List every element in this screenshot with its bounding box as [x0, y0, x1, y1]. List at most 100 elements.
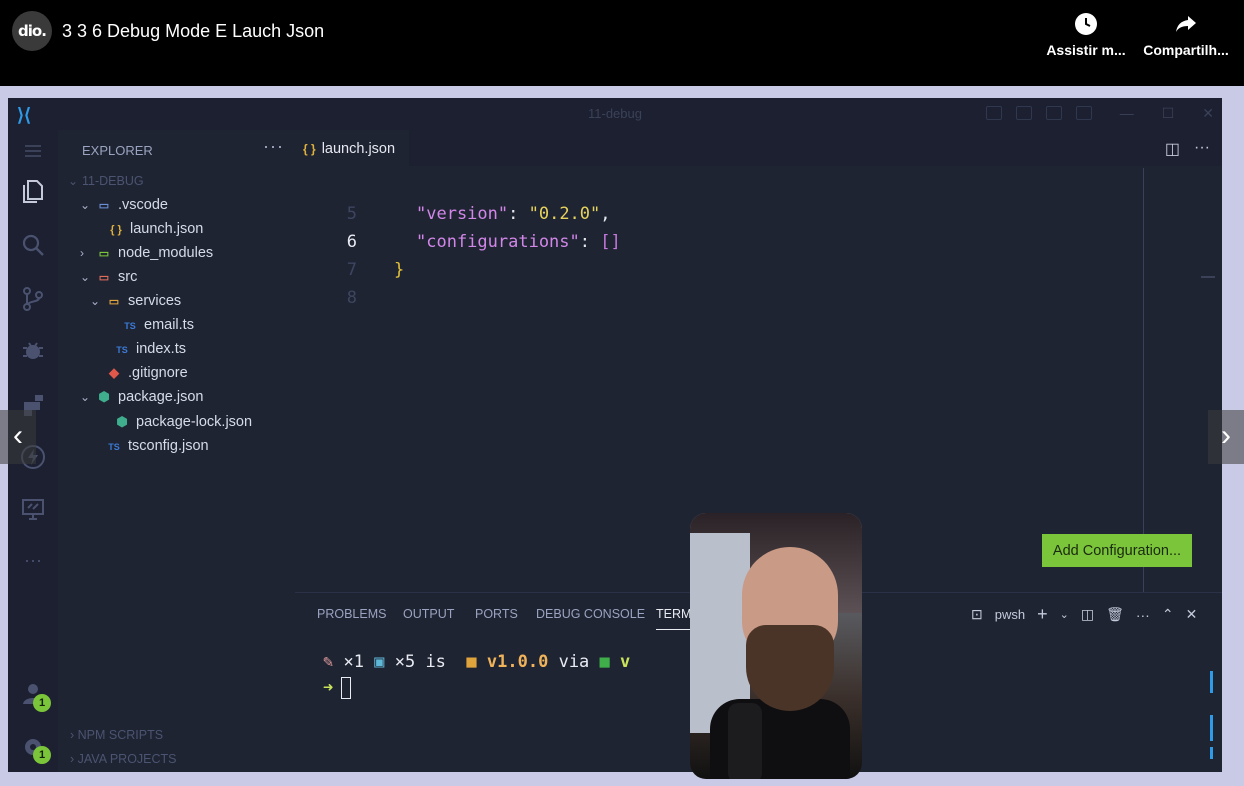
tab-debug-console[interactable]: DEBUG CONSOLE — [536, 607, 645, 621]
tree-item-index-ts[interactable]: TS index.ts — [112, 338, 186, 360]
count-untracked: ×5 is — [394, 652, 446, 672]
nodejs-file-icon: ⬢ — [116, 414, 128, 429]
tab-problems[interactable]: PROBLEMS — [317, 607, 386, 621]
menu-icon[interactable] — [20, 138, 46, 164]
node-icon: ■ — [599, 652, 610, 672]
tab-label: launch.json — [321, 141, 396, 157]
tree-item-label: package.json — [118, 389, 204, 405]
editor-ruler — [1143, 168, 1144, 592]
code-line-8[interactable]: 8 — [295, 256, 1135, 308]
terminal-scroll-indicator — [1210, 747, 1213, 759]
close-panel-icon[interactable]: ✕ — [1186, 606, 1198, 623]
explorer-heading: EXPLORER — [82, 143, 153, 158]
tree-item-label: .gitignore — [128, 365, 188, 381]
new-terminal-icon[interactable]: + — [1037, 604, 1048, 625]
tree-item-node-modules[interactable]: › ▭ node_modules — [80, 242, 213, 264]
vscode-window: ⟩⟨ 11-debug — ☐ ✕ ··· 1 1 EXPLORER ··· ⌄… — [8, 98, 1222, 772]
terminal-toolbar: ⊡ pwsh + ⌄ ◫ 🗑 ··· ⌃ ✕ — [971, 604, 1197, 625]
folder-icon: ▭ — [108, 296, 120, 308]
tree-item-label: services — [128, 293, 182, 309]
maximize-panel-icon[interactable]: ⌃ — [1162, 606, 1174, 623]
shell-name[interactable]: pwsh — [995, 607, 1025, 622]
terminal-line-2[interactable]: ➜ — [323, 675, 352, 701]
code-line-6[interactable]: 6 "configurations": [] — [295, 200, 1135, 252]
tree-item-vscode[interactable]: ⌄ ▭ .vscode — [80, 194, 168, 216]
previous-arrow-icon[interactable]: ‹ — [0, 410, 36, 464]
tree-item-label: index.ts — [136, 341, 186, 357]
layout-controls: — ☐ ✕ — [985, 106, 1214, 120]
explorer-icon[interactable] — [20, 178, 46, 204]
tsconfig-file-icon: TS — [108, 442, 120, 452]
split-editor-icon[interactable]: ◫ — [1165, 139, 1180, 159]
next-arrow-icon[interactable]: › — [1208, 410, 1244, 464]
run-debug-icon[interactable] — [20, 338, 46, 364]
maximize-icon[interactable]: ☐ — [1162, 106, 1175, 120]
npm-scripts-section[interactable]: › NPM SCRIPTS — [70, 728, 163, 748]
tree-item-gitignore[interactable]: ◆ .gitignore — [104, 362, 188, 384]
chevron-right-icon: › — [80, 246, 84, 260]
more-views-icon[interactable]: ··· — [20, 550, 46, 576]
via-text: via — [558, 652, 590, 672]
chevron-down-icon: ⌄ — [80, 198, 91, 212]
code-line-5[interactable]: 5 "version": "0.2.0", — [295, 172, 1135, 224]
tree-item-email-ts[interactable]: TS email.ts — [120, 314, 194, 336]
toggle-sidebar-icon[interactable] — [985, 106, 1002, 120]
tree-item-label: src — [118, 269, 138, 285]
tree-item-package-json[interactable]: ⌄ ⬢ package.json — [80, 386, 203, 408]
presenter-webcam — [690, 513, 862, 779]
folder-icon: ▭ — [98, 248, 110, 260]
video-header: dio. 3 3 6 Debug Mode E Lauch Json Assis… — [0, 0, 1244, 86]
line-number: 8 — [346, 288, 357, 308]
tree-item-services[interactable]: ⌄ ▭ services — [90, 290, 181, 312]
code-line-7[interactable]: 7} — [295, 228, 1135, 280]
tree-item-package-lock-json[interactable]: ⬢ package-lock.json — [112, 411, 252, 433]
section-label: JAVA PROJECTS — [77, 752, 177, 766]
toggle-secondary-sidebar-icon[interactable] — [1045, 106, 1062, 120]
java-projects-section[interactable]: › JAVA PROJECTS — [70, 752, 177, 772]
share-icon — [1176, 16, 1196, 32]
tree-item-launch-json[interactable]: { } launch.json — [106, 218, 203, 240]
toggle-panel-icon[interactable] — [1015, 106, 1032, 120]
minimize-icon[interactable]: — — [1120, 106, 1134, 120]
more-actions-icon[interactable]: ··· — [1136, 607, 1150, 623]
remote-explorer-icon[interactable] — [20, 496, 46, 522]
editor-actions: ◫ ··· — [1165, 139, 1210, 159]
accounts-badge: 1 — [33, 694, 51, 712]
chevron-right-icon: › — [70, 752, 78, 766]
tab-ports[interactable]: PORTS — [475, 607, 518, 621]
presenter-beard — [746, 625, 834, 711]
more-actions-icon[interactable]: ··· — [1194, 139, 1210, 159]
image-icon: ▣ — [374, 652, 385, 672]
close-window-icon[interactable]: ✕ — [1202, 106, 1214, 120]
source-control-icon[interactable] — [20, 286, 46, 312]
tree-item-tsconfig-json[interactable]: TS tsconfig.json — [104, 435, 209, 457]
trash-icon[interactable]: 🗑 — [1106, 606, 1124, 623]
customize-layout-icon[interactable] — [1075, 106, 1092, 120]
terminal-line-1: ✎ ×1 ▣ ×5 is ■ v1.0.0 via ■ v — [323, 649, 630, 675]
node-version: v — [620, 652, 631, 672]
watch-later-label: Assistir m... — [1046, 42, 1126, 58]
share-button[interactable]: Compartilh... — [1136, 12, 1236, 58]
terminal-scroll-indicator — [1210, 715, 1213, 741]
git-file-icon: ◆ — [109, 365, 119, 380]
tree-item-src[interactable]: ⌄ ▭ src — [80, 266, 137, 288]
tab-launch-json[interactable]: { } launch.json — [295, 130, 410, 166]
watch-later-button[interactable]: Assistir m... — [1036, 12, 1136, 58]
chevron-down-icon: ⌄ — [68, 174, 79, 188]
explorer-more-actions[interactable]: ··· — [263, 136, 284, 157]
channel-logo[interactable]: dio. — [12, 11, 52, 51]
search-icon[interactable] — [20, 232, 46, 258]
video-title[interactable]: 3 3 6 Debug Mode E Lauch Json — [62, 21, 324, 42]
chevron-down-icon[interactable]: ⌄ — [1060, 608, 1069, 621]
nodejs-file-icon: ⬢ — [98, 389, 110, 404]
tab-output[interactable]: OUTPUT — [403, 607, 454, 621]
workspace-root[interactable]: ⌄ 11-DEBUG — [68, 170, 144, 192]
terminal-cursor — [341, 677, 352, 699]
terminal-icon: ⊡ — [971, 606, 983, 622]
terminal-scroll-indicator — [1210, 671, 1213, 693]
json-file-icon: { } — [303, 142, 316, 156]
add-configuration-button[interactable]: Add Configuration... — [1042, 534, 1192, 567]
split-terminal-icon[interactable]: ◫ — [1081, 606, 1094, 623]
chevron-down-icon: ⌄ — [80, 390, 91, 404]
tree-item-label: tsconfig.json — [128, 438, 209, 454]
